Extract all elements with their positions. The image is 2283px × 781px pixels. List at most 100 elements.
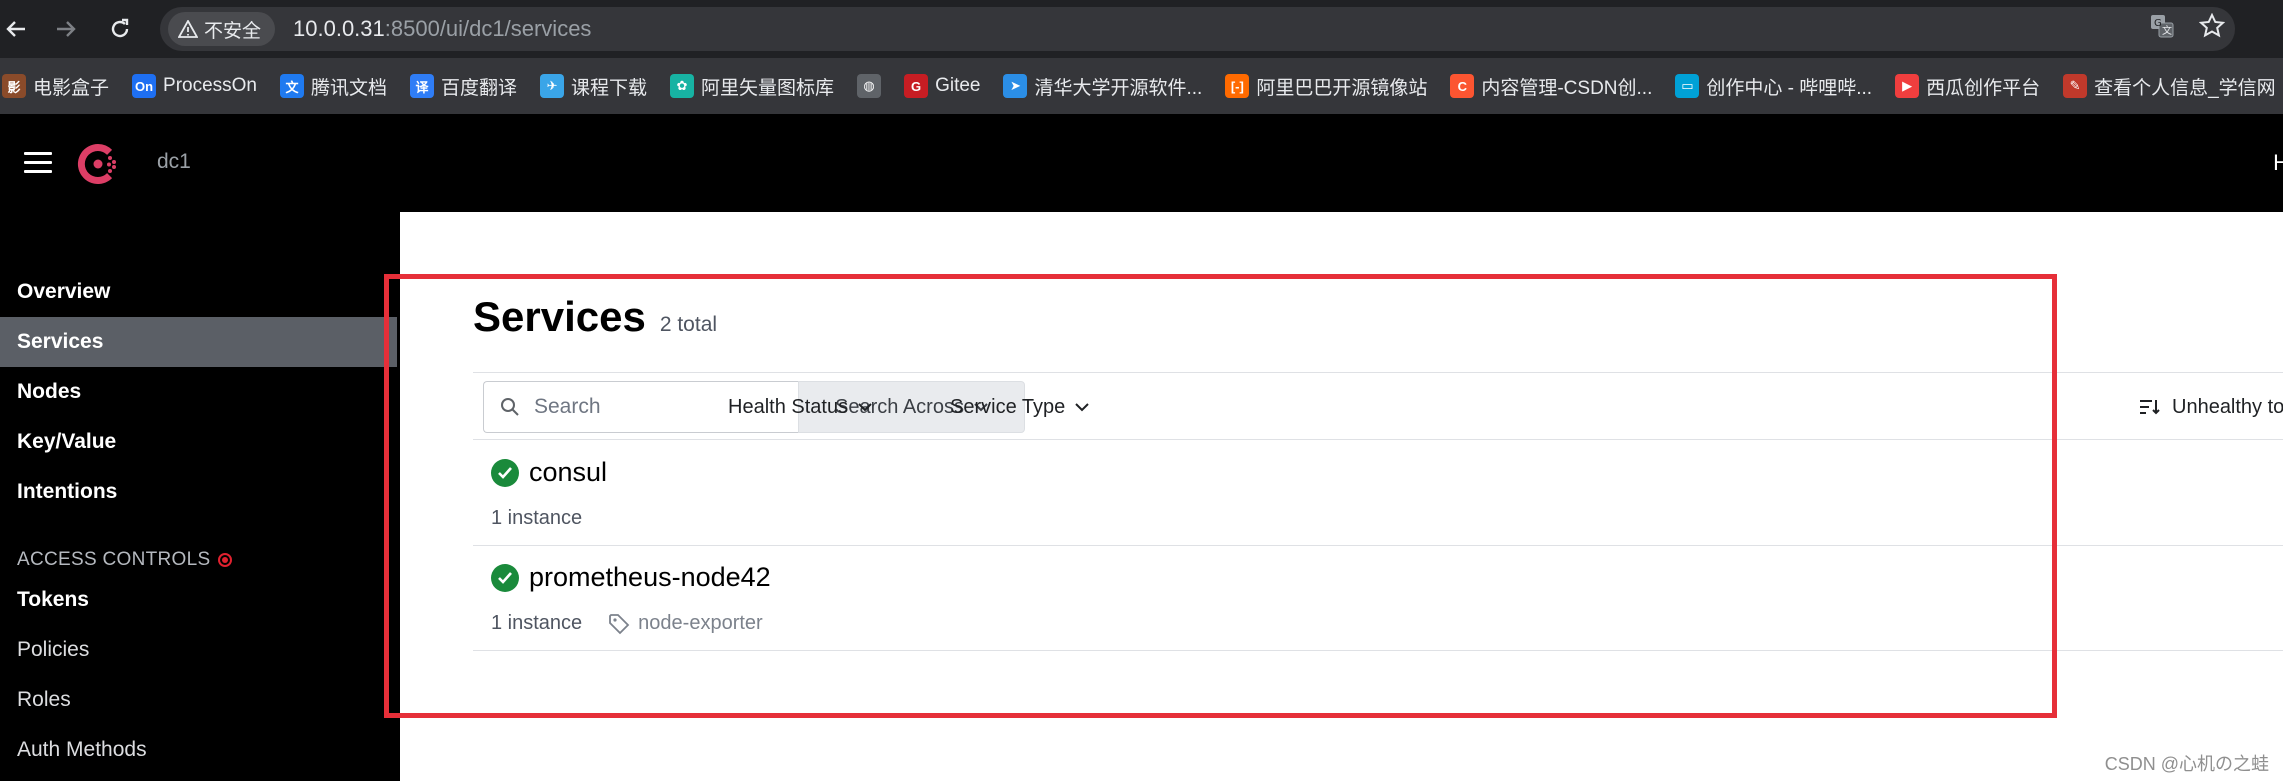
bilibili-icon: ▭ [1675, 74, 1700, 98]
bookmark-item[interactable]: ✿ 阿里矢量图标库 [670, 73, 834, 100]
bookmark-item[interactable]: ✈ 课程下载 [540, 73, 647, 100]
sidebar-item-intentions[interactable]: Intentions [0, 467, 397, 517]
bookmark-label: 查看个人信息_学信网 [2094, 77, 2276, 99]
bookmark-star-icon[interactable] [2199, 13, 2225, 39]
service-type-label: Service Type [950, 395, 1066, 418]
browser-toolbar: 不安全 10.0.0.31:8500/ui/dc1/services G文 [0, 0, 2283, 58]
sidebar-item-auth-methods[interactable]: Auth Methods [0, 725, 397, 775]
health-passing-icon [491, 458, 519, 487]
bookmark-item[interactable]: G Gitee [904, 74, 980, 98]
datacenter-selector[interactable]: dc1 [157, 150, 191, 174]
bookmark-label: 课程下载 [571, 77, 648, 99]
gitee-icon: G [904, 74, 929, 98]
iconfont-icon: ✿ [670, 74, 695, 98]
url-text[interactable]: 10.0.0.31:8500/ui/dc1/services [293, 16, 591, 42]
chevron-down-icon [1075, 403, 1089, 412]
baidu-translate-icon: 译 [410, 74, 435, 98]
sidebar-item-key-value[interactable]: Key/Value [0, 417, 397, 467]
health-status-dropdown[interactable]: Health Status [728, 381, 872, 433]
sidebar-item-services[interactable]: Services [0, 317, 397, 367]
bookmark-label: 百度翻译 [441, 77, 518, 99]
instance-count: 1 instance [491, 507, 583, 529]
bookmark-item[interactable]: [-] 阿里巴巴开源镜像站 [1225, 73, 1427, 100]
bookmark-label: 西瓜创作平台 [1926, 77, 2041, 99]
security-indicator[interactable]: 不安全 [168, 12, 276, 46]
bookmark-item[interactable]: 文腾讯文档 [280, 73, 387, 100]
forward-button[interactable] [50, 13, 82, 45]
acl-disabled-indicator-icon [218, 553, 233, 567]
bookmark-item[interactable]: ➤ 清华大学开源软件... [1003, 73, 1202, 100]
bookmark-item[interactable]: ▭ 创作中心 - 哔哩哔... [1675, 73, 1872, 100]
service-name[interactable]: consul [529, 457, 607, 488]
bookmark-label: 创作中心 - 哔哩哔... [1706, 77, 1873, 99]
reload-button[interactable] [104, 13, 136, 45]
xigua-icon: ▶ [1895, 74, 1920, 98]
bookmark-item[interactable]: ◍ [857, 74, 882, 98]
app-header: dc1 H [0, 114, 2283, 212]
globe-icon: ◍ [857, 74, 882, 98]
tag-icon [609, 613, 630, 634]
search-input[interactable] [534, 395, 754, 419]
bookmark-label: Gitee [935, 75, 981, 96]
address-bar[interactable]: 不安全 10.0.0.31:8500/ui/dc1/services G文 [160, 7, 2235, 51]
arrow-right-icon [57, 21, 76, 37]
sidebar-item-policies[interactable]: Policies [0, 625, 397, 675]
bookmark-label: 阿里巴巴开源镜像站 [1256, 77, 1428, 99]
bookmark-label: 阿里矢量图标库 [701, 77, 835, 99]
movie-box-icon: 影 [2, 74, 26, 98]
page-title-group: Services 2 total [473, 293, 717, 341]
url-host: 10.0.0.31 [293, 16, 385, 41]
warning-triangle-icon [178, 20, 198, 38]
sort-icon [2140, 400, 2160, 415]
watermark: CSDN @心机の之蛙 [2104, 754, 2269, 774]
chsi-icon: ✎ [2063, 74, 2088, 98]
consul-logo-icon[interactable] [74, 140, 122, 188]
service-name[interactable]: prometheus-node42 [529, 562, 771, 593]
health-status-label: Health Status [728, 395, 849, 418]
url-path: :8500/ui/dc1/services [384, 16, 592, 41]
translate-icon[interactable]: G文 [2149, 13, 2175, 39]
sidebar-item-overview[interactable]: Overview [0, 267, 397, 317]
bookmark-item[interactable]: 译百度翻译 [410, 73, 517, 100]
csdn-icon: C [1450, 74, 1475, 98]
service-type-dropdown[interactable]: Service Type [950, 381, 1089, 433]
bookmark-label: 腾讯文档 [311, 77, 388, 99]
bookmarks-bar: 影电影盒子 On ProcessOn 文腾讯文档译百度翻译 ✈ 课程下载 ✿ 阿里矢量图标库 ◍… [0, 58, 2283, 114]
arrow-left-icon [6, 21, 25, 37]
back-button[interactable] [0, 13, 32, 45]
header-right-menu[interactable]: H [2273, 150, 2283, 176]
course-download-icon: ✈ [540, 74, 565, 98]
tsinghua-mirror-icon: ➤ [1003, 74, 1028, 98]
sort-dropdown[interactable]: Unhealthy to Healthy [2138, 381, 2283, 433]
sidebar-item-roles[interactable]: Roles [0, 675, 397, 725]
services-total-count: 2 total [659, 313, 718, 336]
search-icon [501, 398, 519, 416]
aliyun-mirror-icon: [-] [1225, 74, 1250, 98]
bookmark-item[interactable]: ✎ 查看个人信息_学信网 [2063, 73, 2276, 100]
bookmark-label: 清华大学开源软件... [1034, 77, 1203, 99]
bookmark-label: ProcessOn [163, 75, 257, 96]
security-label: 不安全 [204, 20, 262, 42]
chevron-down-icon [858, 403, 872, 412]
service-row-consul[interactable]: consul 1 instance [473, 441, 2283, 546]
reload-icon [111, 18, 129, 38]
processon-icon: On [132, 74, 157, 98]
bookmark-label: 内容管理-CSDN创... [1481, 77, 1653, 99]
svg-text:文: 文 [2162, 24, 2172, 37]
bookmark-item[interactable]: 影电影盒子 [2, 73, 109, 100]
bookmark-item[interactable]: ▶ 西瓜创作平台 [1895, 73, 2040, 100]
access-controls-label: ACCESS CONTROLS [17, 549, 211, 570]
tencent-docs-icon: 文 [280, 74, 304, 98]
filter-bar: Search Across Health Status Service Type… [473, 372, 2283, 440]
bookmark-item[interactable]: On ProcessOn [132, 74, 257, 98]
sidebar-item-nodes[interactable]: Nodes [0, 367, 397, 417]
hamburger-menu-icon[interactable] [24, 152, 52, 174]
service-tag-label: node-exporter [638, 612, 763, 634]
access-controls-heading: ACCESS CONTROLS [17, 549, 233, 571]
service-row-prometheus-node42[interactable]: prometheus-node42 1 instance node-export… [473, 546, 2283, 651]
bookmark-label: 电影盒子 [33, 77, 110, 99]
instance-count: 1 instance [491, 612, 583, 634]
sidebar-item-tokens[interactable]: Tokens [0, 575, 397, 625]
service-tag: node-exporter [608, 612, 763, 635]
bookmark-item[interactable]: C 内容管理-CSDN创... [1450, 73, 1652, 100]
